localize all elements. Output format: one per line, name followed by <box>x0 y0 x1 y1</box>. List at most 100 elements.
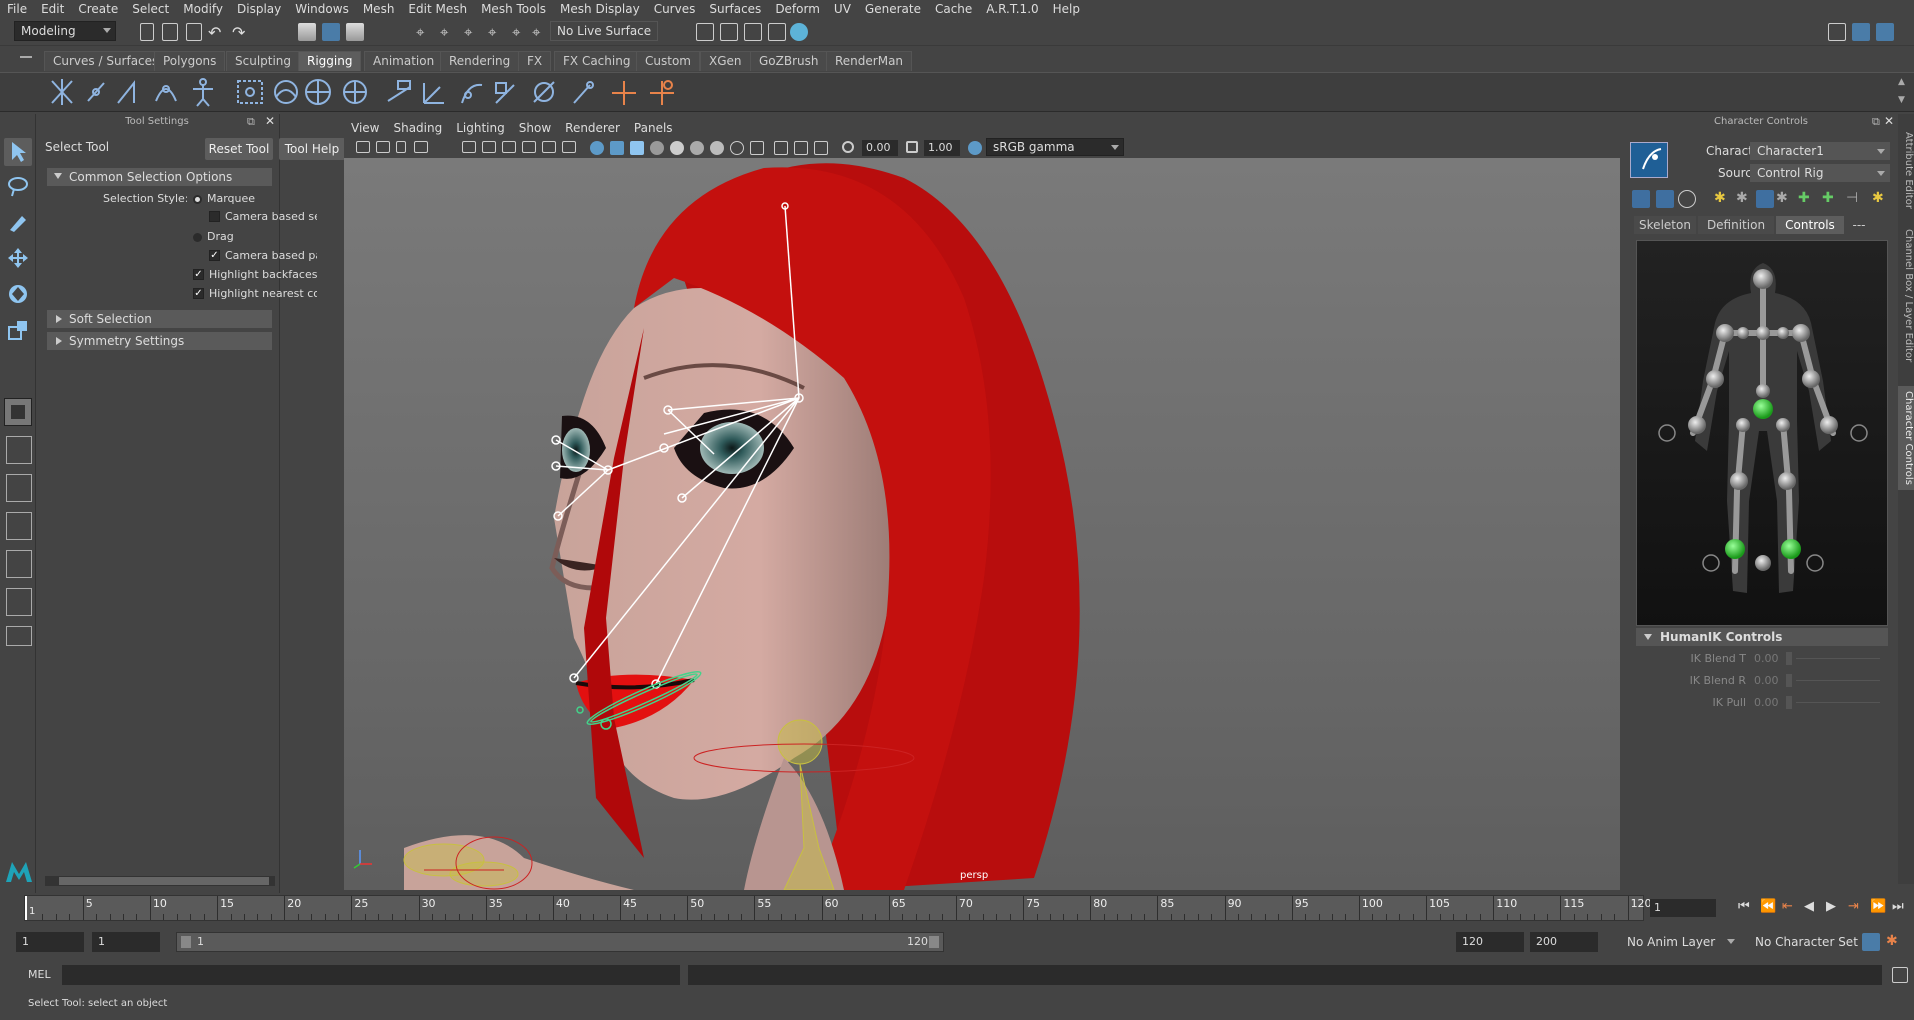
orient-constraint-icon[interactable] <box>650 80 674 105</box>
lasso-tool-button[interactable] <box>6 174 30 198</box>
color-management-icon[interactable] <box>968 141 982 155</box>
ik-pull-slider[interactable] <box>1786 696 1792 709</box>
menu-deform[interactable]: Deform <box>768 2 827 16</box>
mirror-icon[interactable]: ⊣ <box>1846 190 1864 208</box>
use-all-lights-icon[interactable] <box>650 141 664 155</box>
move-tool-button[interactable] <box>6 246 30 270</box>
viewport-menu-view[interactable]: View <box>344 121 386 135</box>
persp-graph-layout-button[interactable] <box>6 512 32 540</box>
shelf-tab-gozbrush[interactable]: GoZBrush <box>750 51 828 71</box>
mirror-weights-icon[interactable] <box>573 81 594 104</box>
source-dropdown[interactable]: Control Rig <box>1750 164 1890 182</box>
shadows-icon[interactable] <box>670 141 684 155</box>
xray-joints-icon[interactable] <box>814 141 828 155</box>
auto-key-icon[interactable] <box>1862 933 1880 951</box>
layout-alt-icon[interactable] <box>1876 23 1894 41</box>
xray-icon[interactable] <box>794 141 808 155</box>
character-set-dropdown[interactable]: No Character Set <box>1748 932 1860 952</box>
menu-help[interactable]: Help <box>1046 2 1087 16</box>
menu-cache[interactable]: Cache <box>928 2 979 16</box>
select-hierarchy-icon[interactable] <box>298 23 316 41</box>
release-pin-icon[interactable]: ✱ <box>1776 190 1794 208</box>
select-tool-button[interactable] <box>4 138 32 166</box>
horizontal-scrollbar[interactable] <box>45 876 275 886</box>
command-language-label[interactable]: MEL <box>28 968 51 981</box>
shelf-tab-curves-surfaces[interactable]: Curves / Surfaces <box>44 51 168 71</box>
highlight-nearest-checkbox[interactable]: ✓ <box>193 288 204 299</box>
field-chart-icon[interactable] <box>542 141 556 153</box>
cluster-icon[interactable] <box>237 80 263 104</box>
shelf-tab-fx[interactable]: FX <box>518 51 552 71</box>
select-component-icon[interactable] <box>346 23 364 41</box>
marquee-radio[interactable] <box>193 195 202 204</box>
copy-weights-icon[interactable] <box>533 81 555 103</box>
start-time-field[interactable]: 1 <box>16 932 84 952</box>
menu-display[interactable]: Display <box>230 2 288 16</box>
shelf-tab-animation[interactable]: Animation <box>364 51 444 71</box>
close-panel-icon[interactable]: ✕ <box>1884 114 1894 128</box>
insert-joint-icon[interactable] <box>155 85 177 102</box>
reset-tool-button[interactable]: Reset Tool <box>205 138 273 160</box>
menu-generate[interactable]: Generate <box>858 2 928 16</box>
humanik-logo[interactable] <box>1630 142 1668 178</box>
shelf-tab-rendering[interactable]: Rendering <box>440 51 520 71</box>
hypershade-icon[interactable] <box>768 23 786 41</box>
interactive-bind-icon[interactable] <box>495 82 515 104</box>
menu-create[interactable]: Create <box>71 2 125 16</box>
time-slider-bar[interactable]: 1 5 10 15 20 25 30 35 40 45 50 55 60 65 70 75 80 85 90 95 1… <box>24 895 1652 921</box>
shelf-tab-renderman[interactable]: RenderMan <box>826 51 913 71</box>
menu-mesh[interactable]: Mesh <box>356 2 402 16</box>
shelf-tab-xgen[interactable]: XGen <box>700 51 751 71</box>
selection-icon[interactable]: ✱ <box>1736 190 1754 208</box>
pin-icon[interactable] <box>1756 190 1774 208</box>
go-to-end-icon[interactable]: ⏭ <box>1892 899 1904 914</box>
shelf-scroll-down-icon[interactable]: ▼ <box>1898 95 1905 105</box>
undo-icon[interactable]: ↶ <box>208 23 226 42</box>
workspace-icon[interactable] <box>1828 23 1846 41</box>
image-plane-icon[interactable] <box>414 141 428 153</box>
menu-surfaces[interactable]: Surfaces <box>702 2 768 16</box>
menu-edit-mesh[interactable]: Edit Mesh <box>401 2 474 16</box>
animation-prefs-icon[interactable]: ✱ <box>1886 933 1904 951</box>
safe-action-icon[interactable] <box>562 141 576 153</box>
current-frame-field[interactable]: 1 <box>1650 899 1716 917</box>
snap-grid-icon[interactable]: ⌖ <box>416 23 434 41</box>
scale-tool-button[interactable] <box>6 318 30 342</box>
menu-select[interactable]: Select <box>125 2 176 16</box>
anti-aliasing-icon[interactable] <box>730 141 744 155</box>
gamma-field[interactable]: 1.00 <box>924 140 960 156</box>
float-panel-icon[interactable]: ⧉ <box>247 115 255 129</box>
paint-weights-icon[interactable] <box>461 83 483 104</box>
outliner-layout-button[interactable] <box>6 626 32 646</box>
joint-tool-icon[interactable] <box>51 79 73 105</box>
render-settings-icon[interactable] <box>744 23 762 41</box>
side-tab-character-controls[interactable]: Character Controls <box>1898 386 1914 490</box>
menu-mesh-display[interactable]: Mesh Display <box>553 2 647 16</box>
highlight-backfaces-checkbox[interactable]: ✓ <box>193 269 204 280</box>
select-all-effectors-icon[interactable] <box>1632 190 1650 208</box>
rotate-tool-button[interactable] <box>6 282 30 306</box>
snap-projected-icon[interactable]: ⌖ <box>488 23 506 41</box>
resolution-gate-icon[interactable] <box>502 141 516 153</box>
range-slider[interactable]: 1 120 <box>176 932 944 952</box>
smooth-bind-icon[interactable] <box>423 83 444 104</box>
playback-end-field[interactable]: 120 <box>1456 932 1524 952</box>
soft-selection-header[interactable]: Soft Selection <box>47 310 272 328</box>
shelf-tab-polygons[interactable]: Polygons <box>154 51 226 71</box>
snap-point-icon[interactable]: ⌖ <box>464 23 482 41</box>
script-editor-icon[interactable] <box>1892 967 1908 983</box>
full-body-icon[interactable] <box>1678 190 1696 208</box>
ipr-render-icon[interactable] <box>720 23 738 41</box>
scrollbar-thumb[interactable] <box>59 877 269 885</box>
ik-handle-icon[interactable] <box>87 82 105 102</box>
wrap-icon[interactable] <box>305 79 331 105</box>
select-object-icon[interactable] <box>322 23 340 41</box>
anim-layer-dropdown[interactable]: No Anim Layer <box>1620 932 1740 952</box>
menu-curves[interactable]: Curves <box>647 2 703 16</box>
end-time-field[interactable]: 200 <box>1530 932 1598 952</box>
step-forward-key-icon[interactable]: ⇥ <box>1848 899 1859 914</box>
snap-surface-icon[interactable]: ⌖ <box>532 23 550 41</box>
key-all-icon[interactable]: ✚ <box>1822 190 1840 208</box>
shelf-menu-icon[interactable] <box>20 56 32 58</box>
side-by-side-layout-button[interactable] <box>6 474 32 502</box>
